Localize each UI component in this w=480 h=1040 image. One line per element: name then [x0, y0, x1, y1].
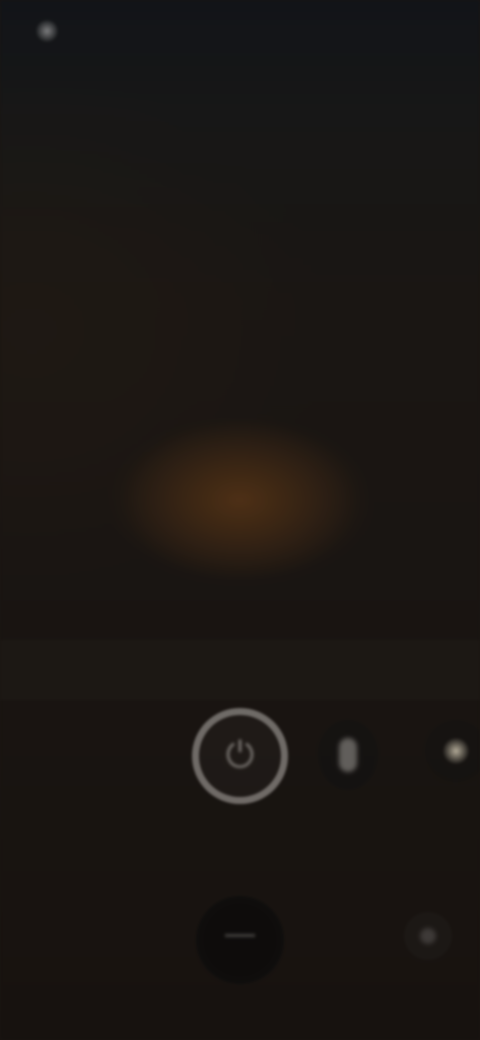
mode-circle[interactable] [318, 720, 378, 790]
notification-dot-icon [36, 20, 58, 42]
power-ring[interactable]: ⏻ [192, 708, 288, 804]
mode-icon [339, 738, 357, 772]
power-button[interactable]: ⏻ [188, 708, 292, 838]
lock-screen: ⏻ [0, 0, 480, 1040]
menu-button[interactable] [404, 912, 452, 960]
mode-button[interactable] [312, 720, 384, 800]
divider-band [0, 640, 480, 700]
menu-icon [420, 928, 436, 944]
light-button[interactable] [420, 720, 480, 792]
time-text [130, 530, 350, 620]
home-button[interactable] [196, 896, 284, 984]
home-icon [225, 933, 255, 947]
power-icon: ⏻ [225, 735, 255, 776]
status-bar [0, 0, 480, 60]
date-text [150, 462, 330, 506]
light-circle[interactable] [425, 720, 480, 782]
light-icon [443, 738, 469, 764]
